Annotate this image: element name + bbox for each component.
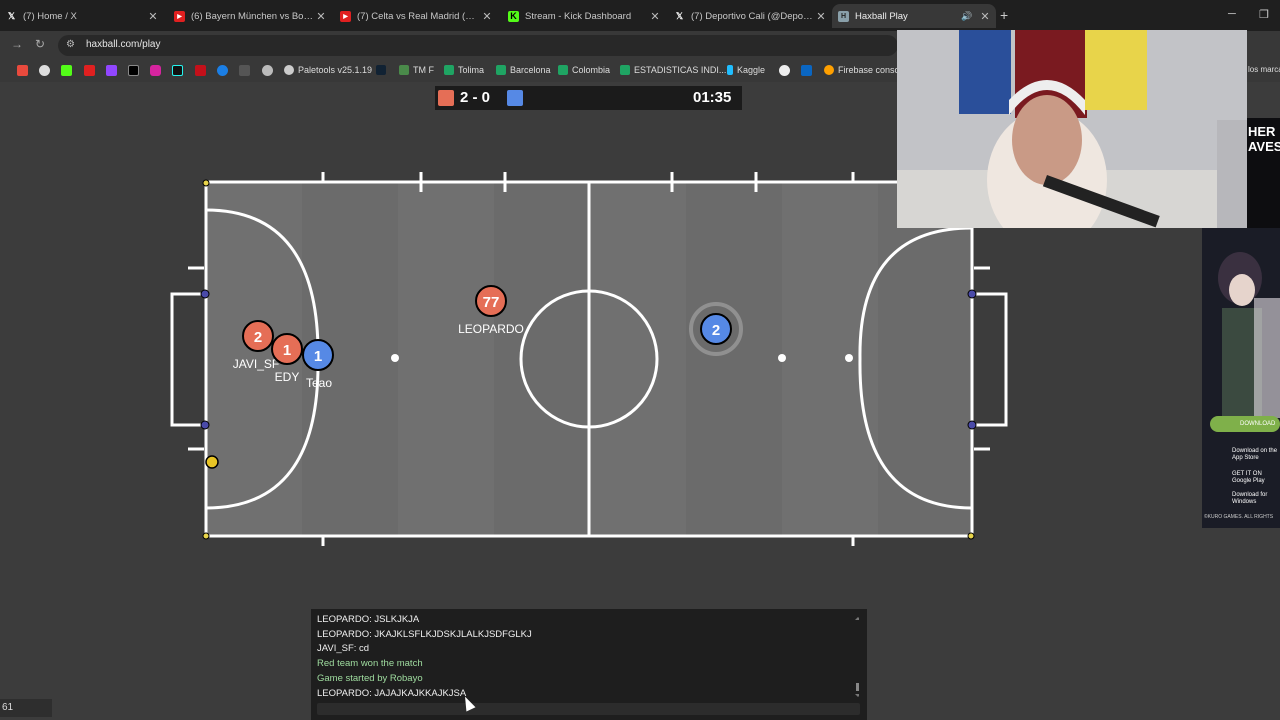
player-number: 1 [283,342,291,359]
match-timer: 01:35 [693,89,732,106]
player-name: EDY [275,370,300,384]
ad-headline: HER AVES [1248,124,1280,154]
chat-message: JAVI_SF: cd [317,643,370,654]
webcam-overlay [897,30,1247,228]
chat-message: LEOPARDO: JAJAJKAJKKAJKJSA [317,688,467,699]
chat-system-message: Red team won the match [317,658,423,669]
chat-message: LEOPARDO: JKAJKLSFLKJDSKJLALKJSDFGLKJ [317,629,532,640]
blue-team-icon [507,90,523,106]
store-label: Download on the App Store [1232,448,1278,461]
person-face [1012,95,1082,185]
player-number: 77 [483,294,500,311]
app-store-badge[interactable]: Download on the App Store [1232,448,1280,462]
ball [205,455,219,469]
player-name: LEOPARDO [458,322,524,336]
player-blue-1: 1 Teao [302,339,334,390]
chat-message: LEOPARDO: JSLKJKJA [317,614,420,625]
player-name: JAVI_SF [233,357,279,371]
fps-counter: 61 [2,702,14,713]
store-label: GET IT ON Google Play [1232,471,1265,484]
player-name: Teao [306,376,332,390]
player-number: 2 [712,322,720,339]
webcam-feed [897,30,1247,228]
player-red-1: 1 EDY [271,333,303,384]
google-play-badge[interactable]: GET IT ON Google Play [1232,471,1280,485]
jersey-blue [959,30,1011,114]
red-team-icon [438,90,454,106]
player-number: 2 [254,329,262,346]
jersey-yellow [1085,30,1147,110]
chat-scrollbar[interactable] [855,617,859,697]
chat-input[interactable] [317,703,860,715]
download-label: DOWNLOAD [1240,421,1276,427]
windows-badge[interactable]: Download for Windows [1232,492,1280,506]
player-number: 1 [314,348,322,365]
ad-download-button[interactable]: DOWNLOAD [1210,416,1280,432]
score: 2 - 0 [460,89,491,106]
store-label: Download for Windows [1232,492,1268,505]
chat-system-message: Game started by Robayo [317,673,423,684]
ad-copyright: ©KURO GAMES. ALL RIGHTS [1204,514,1274,520]
